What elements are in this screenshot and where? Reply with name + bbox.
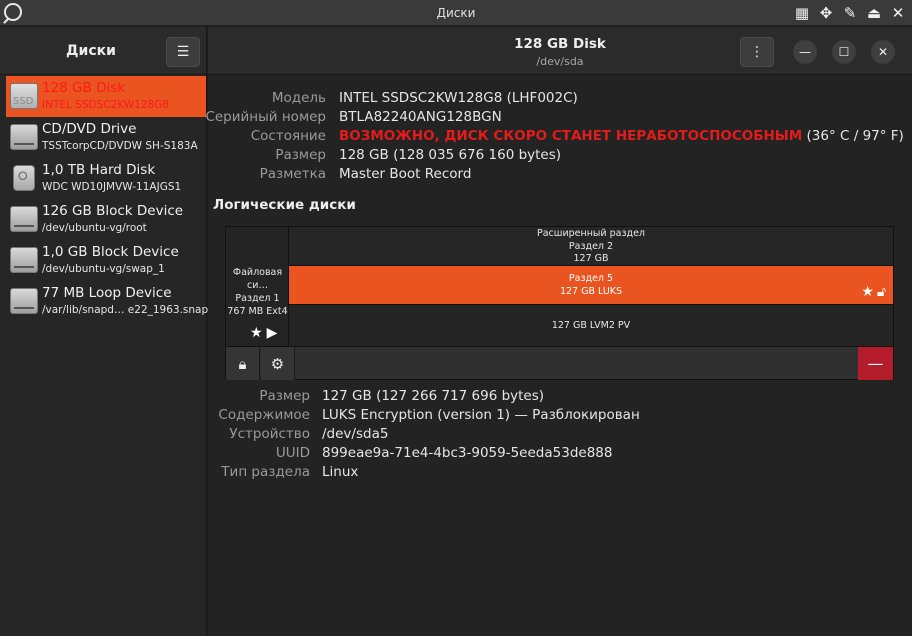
status-label: Состояние	[250, 128, 326, 144]
sidebar: Диски ☰ SSD 128 GB Disk INTEL SSDSC2KW12…	[0, 27, 209, 636]
disk-item-77mb-loop[interactable]: 77 MB Loop Device /var/lib/snapd… e22_19…	[6, 281, 209, 322]
model-value: INTEL SSDSC2KW128G8 (LHF002C)	[339, 90, 578, 106]
partition-1-size: 767 MB Ext4	[227, 306, 288, 317]
vol-size-value: 127 GB (127 266 717 696 bytes)	[322, 388, 545, 404]
usb-drive-icon	[13, 165, 35, 191]
disk-item-cdvd[interactable]: CD/DVD Drive TSSTcorpCD/DVDW SH-S183A	[6, 117, 206, 158]
window-close-icon[interactable]: ✕	[886, 2, 910, 24]
volumes-title: Логические диски	[213, 197, 356, 213]
serial-value: BTLA82240ANG128BGN	[339, 109, 502, 125]
gear-icon: ⚙	[270, 354, 285, 373]
vol-contents-value: LUKS Encryption (version 1) — Разблокиро…	[322, 407, 640, 423]
maximize-icon: ☐	[838, 45, 850, 59]
disk-name: 1,0 TB Hard Disk	[42, 162, 156, 178]
window-controls: ▦ ✥ ✎ ⏏ ✕	[790, 2, 910, 24]
minimize-icon: —	[799, 45, 811, 59]
status-temperature: (36° C / 97° F)	[802, 128, 904, 144]
serial-label: Серийный номер	[205, 109, 326, 125]
size-label: Размер	[275, 147, 326, 163]
lock-icon: 🔒︎	[238, 354, 247, 373]
disk-path: /var/lib/snapd… e22_1963.snap	[42, 304, 209, 316]
disk-model: INTEL SSDSC2KW128G8	[42, 99, 170, 111]
disk-path: /dev/ubuntu-vg/root	[42, 222, 147, 234]
volume-extended-partition[interactable]: Расширенный раздел Раздел 2 127 GB	[289, 227, 893, 266]
disk-list: SSD 128 GB Disk INTEL SSDSC2KW128G8 CD/D…	[0, 75, 209, 322]
lvm-size: 127 GB LVM2 PV	[551, 320, 631, 331]
vol-size-label: Размер	[259, 388, 310, 404]
main-panel: 128 GB Disk /dev/sda ⋮ — ☐ ✕ Модель INTE…	[205, 27, 912, 636]
tile-icon[interactable]: ▦	[790, 2, 814, 24]
sidebar-title: Диски	[66, 43, 116, 59]
disk-item-1tb[interactable]: 1,0 TB Hard Disk WDC WD10JMVW-11AJGS1	[6, 158, 206, 199]
volume-partition-5-luks[interactable]: Раздел 5 127 GB LUKS ★🔓︎	[289, 266, 893, 305]
disk-menu-button[interactable]: ⋮	[740, 37, 774, 67]
disk-path: /dev/ubuntu-vg/swap_1	[42, 263, 165, 275]
extended-size: 127 GB	[573, 253, 609, 264]
partitioning-label: Разметка	[259, 166, 326, 182]
luks-name: Раздел 5	[568, 273, 614, 284]
shade-icon[interactable]: ⏏	[862, 2, 886, 24]
play-icon: ▶	[266, 325, 282, 341]
unlocked-icon: 🔓︎	[876, 284, 889, 300]
partition-1-type: Файловая си…	[232, 267, 283, 291]
sidebar-header: Диски ☰	[0, 27, 206, 75]
luks-size: 127 GB LUKS	[559, 285, 623, 297]
lock-button[interactable]: 🔒︎	[226, 347, 260, 380]
pin-icon[interactable]: ✎	[838, 2, 862, 24]
ssd-icon: SSD	[10, 83, 38, 109]
move-icon[interactable]: ✥	[814, 2, 838, 24]
vol-type-value: Linux	[322, 464, 359, 480]
vol-uuid-label: UUID	[275, 445, 310, 461]
menu-button[interactable]: ☰	[166, 37, 200, 67]
vol-contents-label: Содержимое	[218, 407, 310, 423]
disk-model: TSSTcorpCD/DVDW SH-S183A	[42, 140, 198, 152]
vol-type-label: Тип раздела	[221, 464, 310, 480]
disk-name: 128 GB Disk	[42, 80, 126, 96]
main-header: 128 GB Disk /dev/sda ⋮ — ☐ ✕	[208, 27, 912, 75]
close-button[interactable]: ✕	[871, 40, 895, 64]
disk-name: 77 MB Loop Device	[42, 285, 172, 301]
loop-device-icon	[10, 288, 38, 314]
vol-uuid-value: 899eae9a-71e4-4bc3-9059-5eeda53de888	[322, 445, 613, 461]
close-icon: ✕	[877, 45, 889, 59]
star-icon: ★	[861, 284, 877, 300]
disk-item-128gb[interactable]: SSD 128 GB Disk INTEL SSDSC2KW128G8	[6, 76, 206, 117]
luks-icons: ★🔓︎	[861, 284, 889, 300]
disk-name: 1,0 GB Block Device	[42, 244, 179, 260]
vol-device-label: Устройство	[229, 426, 310, 442]
extended-name: Раздел 2	[568, 240, 614, 252]
disk-name: CD/DVD Drive	[42, 121, 137, 137]
size-value: 128 GB (128 035 676 160 bytes)	[339, 147, 562, 163]
volume-partition-1[interactable]: Файловая си… Раздел 1 767 MB Ext4 ★▶	[226, 227, 289, 346]
minimize-button[interactable]: —	[793, 40, 817, 64]
disk-item-126gb-block[interactable]: 126 GB Block Device /dev/ubuntu-vg/root	[6, 199, 206, 240]
window-title: Диски	[436, 6, 476, 20]
delete-partition-button[interactable]: —	[858, 347, 893, 380]
maximize-button[interactable]: ☐	[832, 40, 856, 64]
partitioning-value: Master Boot Record	[339, 166, 472, 182]
star-icon: ★	[250, 325, 267, 341]
disk-model: WDC WD10JMVW-11AJGS1	[42, 181, 182, 193]
disk-item-1gb-block[interactable]: 1,0 GB Block Device /dev/ubuntu-vg/swap_…	[6, 240, 206, 281]
volume-lvm-pv[interactable]: 127 GB LVM2 PV	[289, 305, 893, 346]
status-value: ВОЗМОЖНО, ДИСК СКОРО СТАНЕТ НЕРАБОТОСПОС…	[339, 128, 904, 144]
partition-1-icons: ★▶	[250, 325, 281, 341]
vol-device-value: /dev/sda5	[322, 426, 389, 442]
partition-1-name: Раздел 1	[235, 293, 280, 304]
block-device-icon	[10, 206, 38, 232]
extended-type: Расширенный раздел	[536, 228, 646, 239]
hamburger-icon: ☰	[176, 44, 190, 60]
volume-map: Файловая си… Раздел 1 767 MB Ext4 ★▶ Рас…	[225, 226, 894, 380]
disk-name: 126 GB Block Device	[42, 203, 184, 219]
window-titlebar[interactable]: Диски ▦ ✥ ✎ ⏏ ✕	[0, 0, 912, 26]
kebab-menu-icon: ⋮	[750, 44, 764, 60]
settings-button[interactable]: ⚙	[261, 347, 295, 380]
block-device-icon	[10, 247, 38, 273]
optical-drive-icon	[10, 124, 38, 150]
minus-icon: —	[867, 354, 884, 373]
volume-toolbar: 🔒︎ ⚙ —	[226, 346, 893, 380]
model-label: Модель	[271, 90, 326, 106]
status-warning: ВОЗМОЖНО, ДИСК СКОРО СТАНЕТ НЕРАБОТОСПОС…	[339, 128, 803, 144]
